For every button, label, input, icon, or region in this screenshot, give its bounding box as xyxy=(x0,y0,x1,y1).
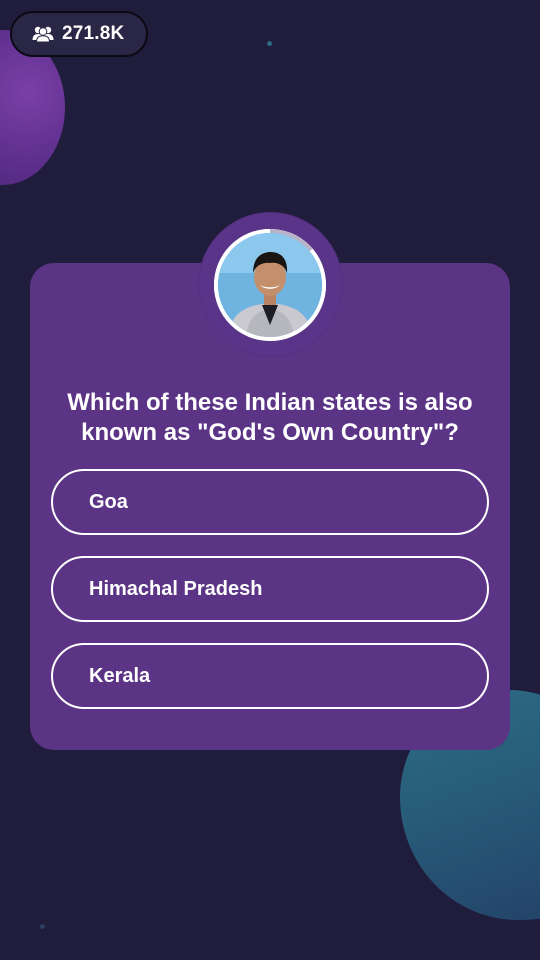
answer-option-label: Himachal Pradesh xyxy=(89,577,263,600)
users-icon xyxy=(32,26,54,43)
answer-option-label: Kerala xyxy=(89,664,151,687)
decorative-dot xyxy=(40,924,45,929)
viewer-count-badge: 271.8K xyxy=(10,11,148,57)
quiz-screen: 271.8K Which of these Indian states is a… xyxy=(0,0,540,960)
answer-option-label: Goa xyxy=(89,490,128,513)
host-avatar xyxy=(218,233,322,337)
answer-option-himachal-pradesh[interactable]: Himachal Pradesh xyxy=(51,556,489,622)
decorative-dot xyxy=(267,41,272,46)
question-text: Which of these Indian states is also kno… xyxy=(67,389,473,446)
viewer-count: 271.8K xyxy=(62,23,125,44)
answer-option-kerala[interactable]: Kerala xyxy=(51,643,489,709)
answer-option-goa[interactable]: Goa xyxy=(51,469,489,535)
host-portrait xyxy=(218,233,322,337)
